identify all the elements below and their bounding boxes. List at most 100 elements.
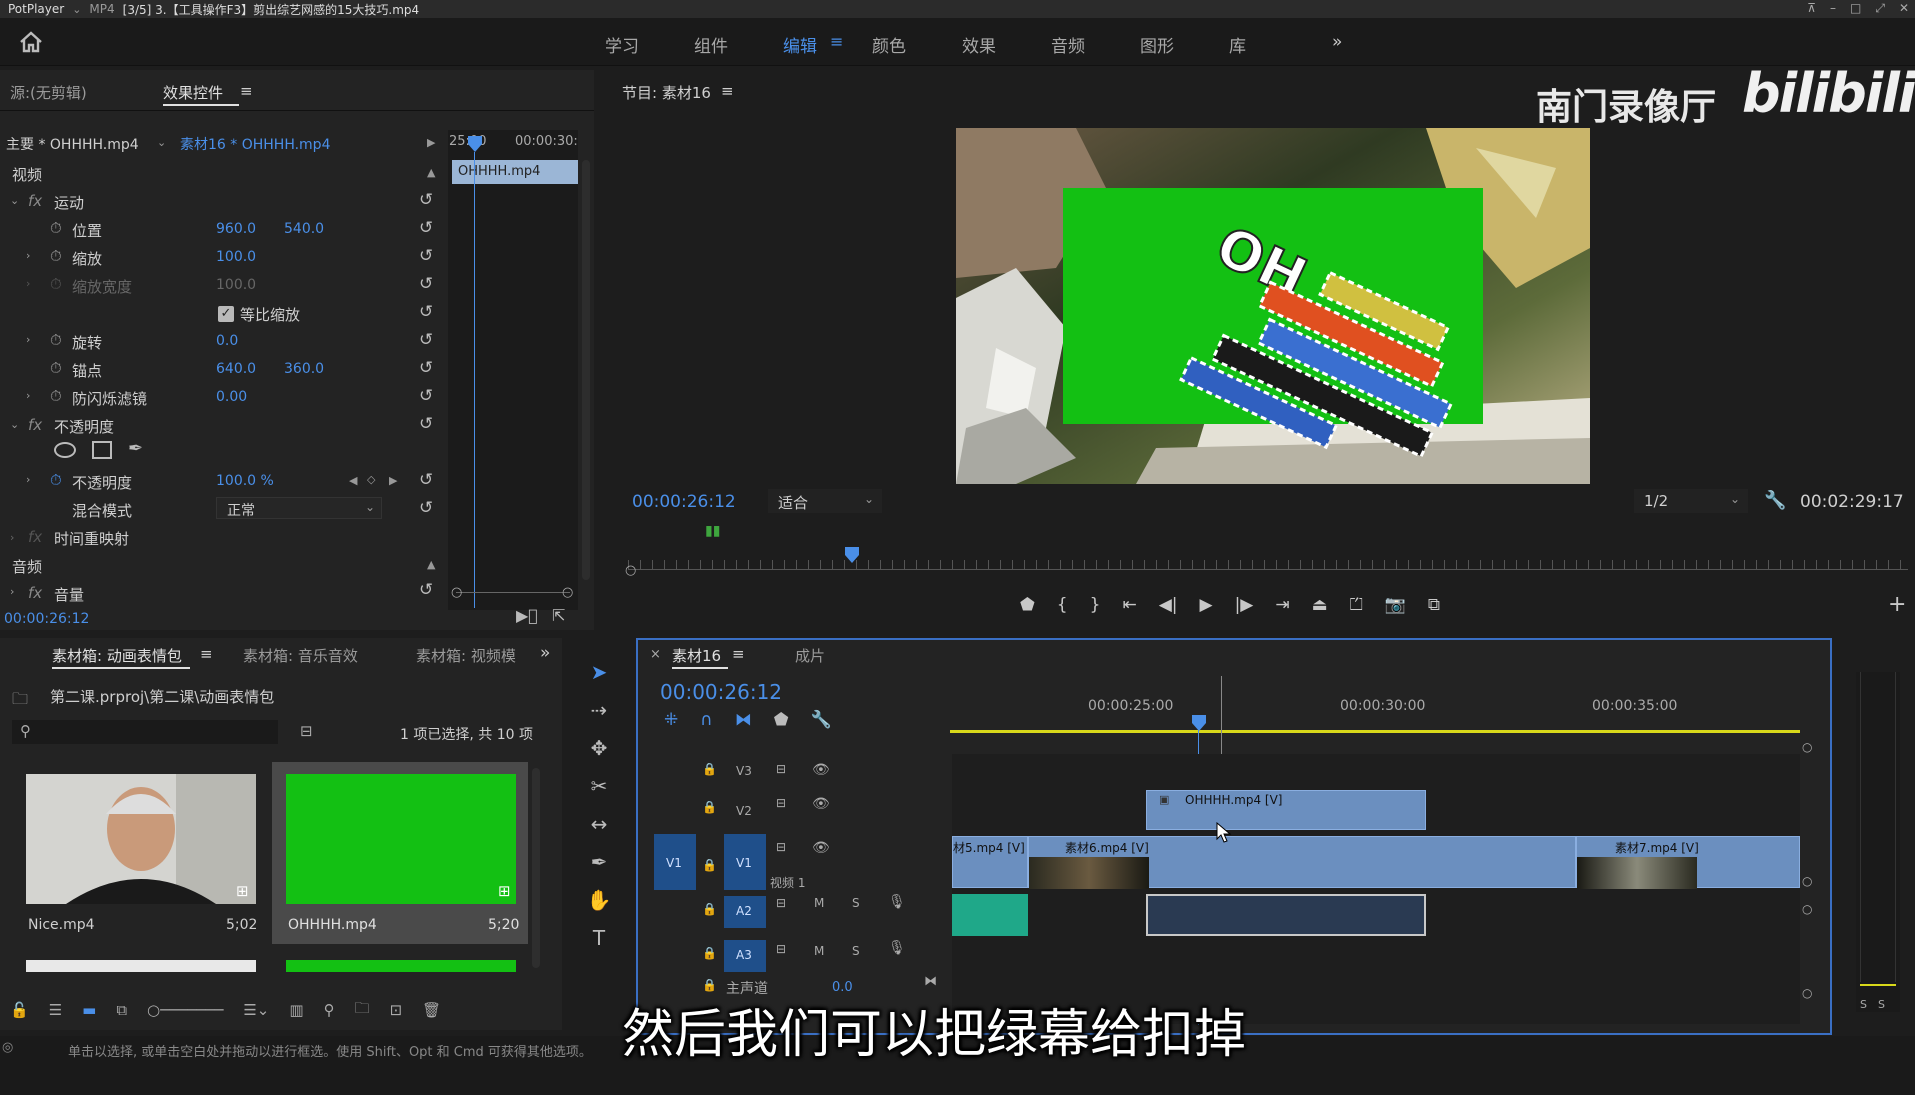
go-to-out-icon[interactable]: ⇥	[1275, 595, 1289, 615]
lock-icon[interactable]: 🔒	[702, 762, 717, 776]
clip-v1-sucai5[interactable]: 材5.mp4 [V]	[952, 836, 1028, 888]
app-name[interactable]: PotPlayer	[8, 2, 64, 16]
camera-icon[interactable]: 📷	[1385, 595, 1406, 615]
mark-in-icon[interactable]: {	[1057, 595, 1068, 615]
reset-icon[interactable]: ↺	[419, 470, 433, 490]
mini-timeline-clip[interactable]: OHHHH.mp4	[452, 160, 578, 184]
expand-rotation-icon[interactable]: ›	[26, 333, 30, 346]
reset-icon[interactable]: ↺	[419, 414, 433, 434]
track-select-tool-icon[interactable]: ⇢	[591, 698, 608, 722]
lock-icon[interactable]: 🔓	[10, 1001, 29, 1019]
new-item-icon[interactable]: ⊡	[390, 1001, 403, 1019]
tab-assembly[interactable]: 组件	[694, 32, 728, 57]
step-forward-icon[interactable]: |▶	[1235, 595, 1254, 615]
sync-lock-icon[interactable]: ⊟	[776, 796, 786, 810]
prev-keyframe-icon[interactable]: ◀	[349, 474, 357, 487]
nest-sequence-icon[interactable]: ⁜	[664, 710, 678, 732]
expand-opacity-value-icon[interactable]: ›	[26, 473, 30, 486]
position-y-value[interactable]: 540.0	[284, 221, 324, 237]
anchor-x-value[interactable]: 640.0	[216, 361, 256, 377]
more-workspaces-icon[interactable]: »	[1332, 32, 1342, 52]
resolution-select[interactable]: 1/2 ⌄	[1634, 489, 1748, 513]
add-marker-icon[interactable]: ⬟	[1020, 595, 1035, 615]
tab-graphics[interactable]: 图形	[1140, 32, 1174, 57]
effect-controls-timecode[interactable]: 00:00:26:12	[4, 611, 89, 627]
timeline-playhead-icon[interactable]	[1191, 714, 1207, 732]
mini-timeline[interactable]	[448, 130, 578, 610]
stopwatch-icon[interactable]: ⏱	[50, 387, 62, 405]
reset-icon[interactable]: ↺	[419, 190, 433, 210]
collapse-up-icon[interactable]: ▲	[427, 166, 435, 179]
tab-libraries[interactable]: 库	[1229, 32, 1246, 57]
linked-selection-icon[interactable]: ⧓	[735, 710, 752, 732]
snap-magnet-icon[interactable]: ∩	[700, 710, 712, 732]
track-target-a3[interactable]: A3	[724, 940, 766, 972]
solo-left-button[interactable]: S	[1860, 998, 1867, 1011]
wrench-icon[interactable]: 🔧	[1764, 490, 1786, 511]
expand-scale-width-icon[interactable]: ›	[26, 277, 30, 290]
flicker-value[interactable]: 0.00	[216, 389, 247, 405]
pen-tool-icon[interactable]: ✒	[591, 850, 608, 874]
tab-effects[interactable]: 效果	[962, 32, 996, 57]
chevron-down-icon[interactable]: ⌄	[157, 136, 166, 149]
program-video-frame[interactable]: OH	[956, 128, 1590, 484]
fit-select[interactable]: 适合 ⌄	[768, 489, 882, 513]
track-target-v1[interactable]: V1	[724, 834, 766, 890]
stopwatch-icon[interactable]: ⏱	[50, 331, 62, 349]
lock-icon[interactable]: 🔒	[702, 800, 717, 814]
filter-clip-icon[interactable]: ▶⃒	[516, 606, 538, 625]
play-only-icon[interactable]: ▶	[427, 136, 435, 149]
tab-color[interactable]: 颜色	[872, 32, 906, 57]
playhead-icon[interactable]	[844, 546, 860, 564]
mini-playhead-icon[interactable]	[467, 135, 483, 153]
pin-icon[interactable]: ⊼	[1807, 1, 1816, 16]
reset-icon[interactable]: ↺	[419, 274, 433, 294]
collapse-up-icon[interactable]: ▲	[427, 558, 435, 571]
clip-v1-sucai7[interactable]: 素材7.mp4 [V]	[1576, 836, 1800, 889]
uniform-scale-checkbox[interactable]: ✓	[218, 306, 234, 322]
ripple-edit-tool-icon[interactable]: ✥	[591, 736, 608, 760]
stopwatch-icon[interactable]: ⏱	[50, 359, 62, 377]
track-target-a2[interactable]: A2	[724, 896, 766, 928]
eye-icon[interactable]: 👁	[812, 762, 830, 778]
tab-audio[interactable]: 音频	[1051, 32, 1085, 57]
solo-button[interactable]: S	[852, 896, 860, 910]
source-patch-v1[interactable]: V1	[654, 834, 696, 890]
fx-badge-icon[interactable]: fx	[28, 192, 42, 210]
eye-icon[interactable]: 👁	[812, 796, 830, 812]
ellipse-mask-icon[interactable]	[54, 442, 76, 458]
bin-item-selected[interactable]: ⊞ OHHHH.mp4 5;20	[272, 762, 528, 944]
in-out-markers[interactable]: ▮▮	[705, 520, 727, 539]
reset-icon[interactable]: ↺	[419, 498, 433, 518]
type-tool-icon[interactable]: T	[593, 926, 605, 950]
hand-tool-icon[interactable]: ✋	[587, 888, 612, 912]
new-search-bin-icon[interactable]: ⊟	[300, 722, 313, 740]
new-bin-icon[interactable]: 🗀	[355, 998, 370, 1023]
lock-icon[interactable]: 🔒	[702, 946, 717, 960]
mute-button[interactable]: M	[814, 896, 824, 910]
wrench-icon[interactable]: 🔧	[810, 710, 831, 732]
add-button-icon[interactable]: +	[1888, 592, 1906, 617]
expand-scale-icon[interactable]: ›	[26, 249, 30, 262]
lock-icon[interactable]: 🔒	[702, 858, 717, 872]
clip-v2-ohhhh[interactable]: OHHHH.mp4 [V] ▣	[1146, 790, 1426, 830]
tab-learn[interactable]: 学习	[605, 32, 639, 57]
work-area-bar[interactable]	[950, 730, 1800, 733]
panel-menu-icon[interactable]: ≡	[200, 645, 213, 663]
reset-icon[interactable]: ↺	[419, 386, 433, 406]
solo-button[interactable]: S	[852, 944, 860, 958]
sequence-clip-label[interactable]: 素材16 * OHHHH.mp4	[180, 134, 330, 154]
lock-icon[interactable]: 🔒	[702, 902, 717, 916]
stopwatch-icon[interactable]: ⏱	[50, 219, 62, 237]
blend-mode-select[interactable]: 正常 ⌄	[216, 497, 382, 519]
stopwatch-icon[interactable]: ⏱	[50, 247, 62, 265]
step-back-icon[interactable]: ◀|	[1159, 595, 1178, 615]
trash-icon[interactable]: 🗑	[422, 1001, 441, 1019]
sort-icon[interactable]: ☰⌄	[243, 1001, 269, 1019]
zoom-scrollbar[interactable]	[456, 592, 570, 593]
timeline-timecode[interactable]: 00:00:26:12	[660, 680, 782, 704]
slip-tool-icon[interactable]: ↔	[591, 812, 608, 836]
home-icon[interactable]	[18, 30, 44, 54]
expand-motion-icon[interactable]: ⌄	[10, 194, 19, 207]
timeline-tab-seq16[interactable]: 素材16	[672, 645, 721, 666]
